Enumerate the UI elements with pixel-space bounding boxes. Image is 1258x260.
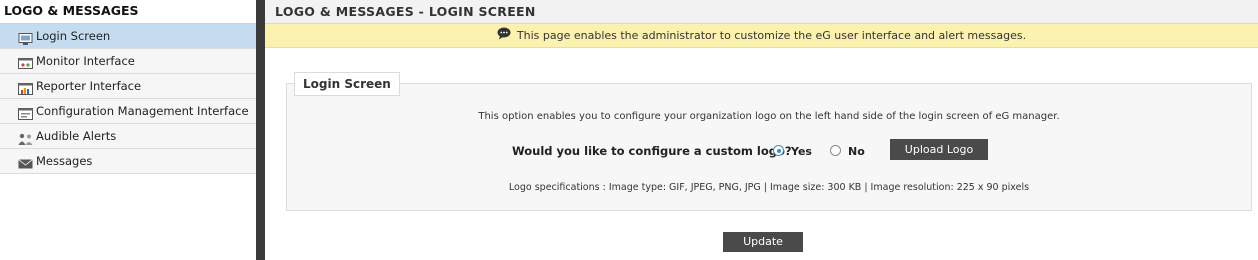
page-title: LOGO & MESSAGES - LOGIN SCREEN <box>265 0 1258 24</box>
radio-yes[interactable] <box>773 145 784 156</box>
sidebar-item-monitor-interface[interactable]: Monitor Interface <box>0 49 256 74</box>
radio-yes-label[interactable]: Yes <box>791 145 812 158</box>
upload-logo-button[interactable]: Upload Logo <box>890 139 988 160</box>
monitor-interface-icon <box>18 55 33 69</box>
configuration-window-icon <box>18 105 33 120</box>
audible-alerts-people-icon <box>18 130 33 145</box>
custom-logo-question: Would you like to configure a custom log… <box>512 144 792 158</box>
sidebar-item-label: Messages <box>36 154 93 168</box>
panel-legend: Login Screen <box>294 72 400 96</box>
radio-no-label[interactable]: No <box>848 145 865 158</box>
main-content: LOGO & MESSAGES - LOGIN SCREEN This page… <box>265 0 1258 260</box>
sidebar-item-audible-alerts[interactable]: Audible Alerts <box>0 124 256 149</box>
monitor-screen-icon <box>18 30 33 45</box>
speech-bubble-icon <box>497 25 511 48</box>
update-button[interactable]: Update <box>723 232 803 252</box>
logo-specifications: Logo specifications : Image type: GIF, J… <box>508 182 1030 193</box>
radio-no[interactable] <box>830 145 841 156</box>
panel-description: This option enables you to configure you… <box>478 111 1060 122</box>
envelope-icon <box>18 155 33 169</box>
sidebar-item-messages[interactable]: Messages <box>0 149 256 174</box>
sidebar-item-label: Audible Alerts <box>36 129 117 143</box>
sidebar-item-label: Reporter Interface <box>36 79 142 93</box>
sidebar-item-label: Monitor Interface <box>36 54 135 68</box>
sidebar-item-reporter-interface[interactable]: Reporter Interface <box>0 74 256 99</box>
sidebar-item-login-screen[interactable]: Login Screen <box>0 24 256 49</box>
reporter-chart-icon <box>18 80 33 95</box>
sidebar-item-configuration-management-interface[interactable]: Configuration Management Interface <box>0 99 256 124</box>
notice-text: This page enables the administrator to c… <box>516 29 1027 42</box>
sidebar-divider[interactable] <box>256 0 265 260</box>
sidebar-item-label: Login Screen <box>36 29 111 43</box>
sidebar: LOGO & MESSAGES Login Screen Monitor Int… <box>0 0 257 260</box>
sidebar-header: LOGO & MESSAGES <box>0 0 256 24</box>
sidebar-item-label: Configuration Management Interface <box>36 104 249 118</box>
info-notice-bar: This page enables the administrator to c… <box>265 24 1258 48</box>
